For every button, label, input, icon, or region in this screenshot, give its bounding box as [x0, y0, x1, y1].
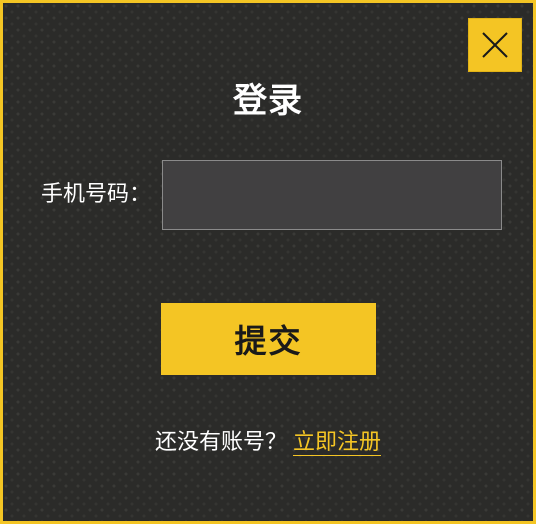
close-icon — [482, 32, 508, 58]
login-dialog: 登录 手机号码： 提交 还没有账号？ 立即注册 — [0, 0, 536, 524]
register-prompt: 还没有账号？ — [154, 430, 287, 455]
close-button[interactable] — [468, 18, 522, 72]
phone-input[interactable] — [162, 160, 502, 230]
submit-button[interactable]: 提交 — [161, 303, 376, 375]
register-link[interactable]: 立即注册 — [293, 430, 382, 456]
phone-label: 手机号码： — [41, 182, 152, 207]
dialog-title: 登录 — [233, 81, 303, 121]
register-row: 还没有账号？ 立即注册 — [3, 425, 533, 461]
